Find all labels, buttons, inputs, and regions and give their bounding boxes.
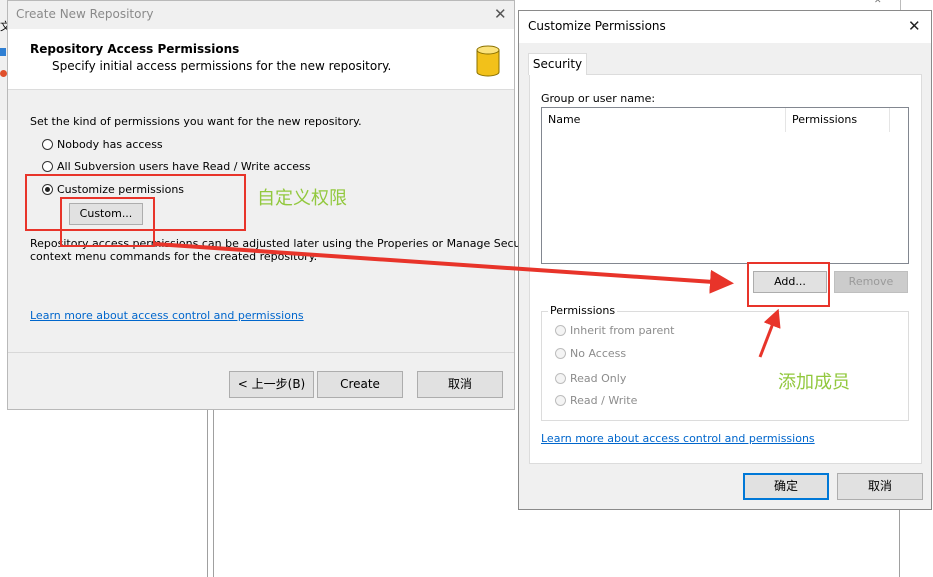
annotation-arrow	[758, 308, 781, 358]
annotation-add-members: 添加成员	[778, 372, 850, 393]
annotation-arrow	[154, 242, 734, 294]
annotation-custom-permissions: 自定义权限	[257, 188, 347, 209]
annotation-arrows	[154, 242, 781, 358]
